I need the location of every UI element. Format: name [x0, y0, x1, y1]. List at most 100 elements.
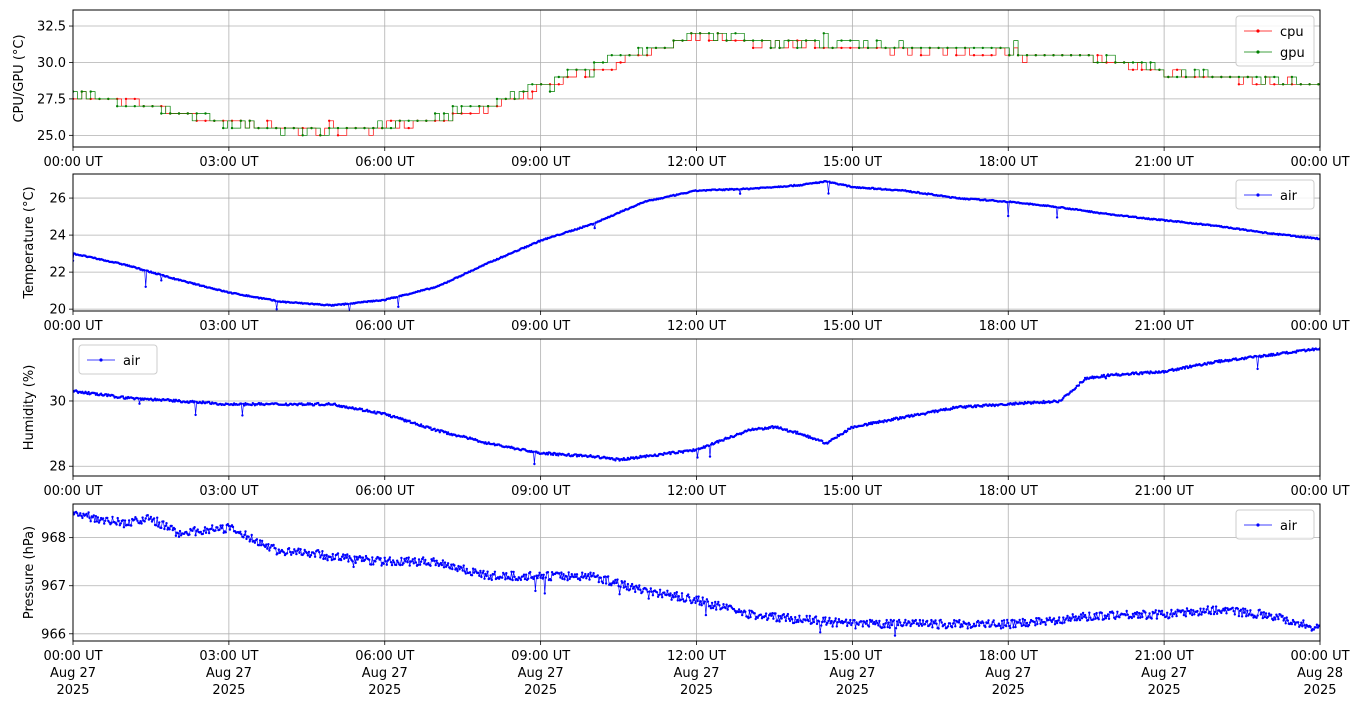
data-point — [684, 599, 688, 602]
data-point — [162, 520, 165, 523]
data-point — [290, 553, 293, 556]
data-point — [101, 517, 105, 520]
data-point — [484, 572, 487, 576]
data-point — [504, 97, 507, 101]
data-point — [469, 105, 472, 108]
data-point — [1131, 68, 1135, 72]
data-point — [410, 560, 413, 563]
data-point — [1019, 622, 1022, 625]
data-point — [972, 46, 976, 50]
data-point — [509, 578, 512, 581]
data-point — [1232, 609, 1235, 613]
data-point — [1196, 609, 1199, 613]
data-point — [1002, 619, 1006, 622]
data-point — [934, 619, 937, 622]
data-point — [495, 97, 499, 101]
data-point — [470, 574, 474, 577]
data-point — [1006, 618, 1009, 622]
data-point — [725, 603, 728, 606]
x-tick-label: 15:00 UT — [823, 649, 882, 664]
x-tick-date-label: Aug 27 — [985, 666, 1031, 681]
data-point — [133, 105, 136, 108]
data-point — [127, 519, 131, 522]
data-point — [1168, 616, 1171, 619]
series-line — [73, 32, 1319, 136]
data-point — [531, 90, 534, 93]
data-point — [657, 593, 661, 596]
data-point — [561, 577, 564, 580]
data-point — [173, 527, 176, 531]
legend-label: air — [1280, 189, 1298, 204]
data-point — [695, 595, 698, 598]
data-point — [616, 578, 619, 581]
data-point — [186, 112, 189, 115]
data-point — [804, 39, 808, 42]
data-point — [926, 619, 929, 623]
data-point — [529, 570, 532, 574]
data-point — [318, 551, 321, 554]
data-point — [882, 623, 885, 626]
x-tick-year-label: 2025 — [1303, 683, 1336, 698]
data-point — [440, 563, 444, 567]
data-point — [679, 598, 683, 601]
y-tick-label: 20 — [49, 303, 66, 318]
y-axis-label: Humidity (%) — [22, 365, 37, 451]
data-point — [325, 553, 328, 557]
data-point — [759, 613, 763, 616]
data-point — [264, 545, 267, 549]
data-point — [188, 533, 191, 536]
data-point — [207, 531, 211, 535]
data-point — [946, 46, 949, 50]
data-point — [624, 585, 627, 588]
data-point — [630, 582, 634, 586]
data-point — [1286, 619, 1290, 622]
data-point — [950, 626, 954, 629]
data-point — [255, 538, 259, 541]
data-point — [95, 520, 99, 523]
data-point — [666, 589, 669, 592]
y-tick-label: 30 — [49, 394, 66, 409]
data-point — [432, 557, 435, 560]
data-point — [168, 528, 171, 531]
data-point — [655, 591, 659, 594]
data-point — [830, 619, 833, 623]
x-tick-date-label: Aug 27 — [362, 666, 408, 681]
data-point — [621, 581, 624, 584]
data-point — [793, 621, 796, 625]
x-tick-label: 21:00 UT — [1135, 155, 1194, 170]
data-point — [156, 516, 159, 519]
y-tick-label: 968 — [41, 531, 66, 546]
data-point — [836, 621, 839, 624]
data-point — [920, 624, 924, 627]
data-point — [478, 105, 481, 108]
data-point — [1272, 618, 1275, 622]
data-point — [751, 46, 755, 50]
data-point — [301, 134, 304, 137]
data-point — [1184, 615, 1188, 618]
data-point — [1071, 613, 1074, 616]
data-point — [672, 596, 675, 599]
data-point — [681, 598, 685, 601]
data-point — [363, 558, 367, 561]
data-point — [268, 549, 271, 552]
data-point — [1124, 614, 1127, 617]
data-point — [216, 526, 219, 529]
data-point — [1282, 619, 1285, 622]
data-point — [340, 555, 344, 558]
data-point — [265, 543, 268, 546]
data-point — [493, 570, 497, 573]
data-point — [806, 434, 809, 437]
data-point — [1081, 611, 1085, 615]
data-point — [1125, 609, 1128, 613]
x-tick-label: 18:00 UT — [979, 155, 1038, 170]
data-point — [202, 529, 206, 532]
data-point — [1115, 615, 1118, 618]
data-point — [1228, 75, 1232, 79]
data-point — [592, 572, 595, 575]
data-point — [87, 511, 90, 514]
data-point — [250, 533, 253, 537]
data-point — [1078, 618, 1082, 622]
data-point — [707, 39, 711, 42]
x-tick-label: 09:00 UT — [511, 155, 570, 170]
data-point — [1033, 620, 1036, 624]
